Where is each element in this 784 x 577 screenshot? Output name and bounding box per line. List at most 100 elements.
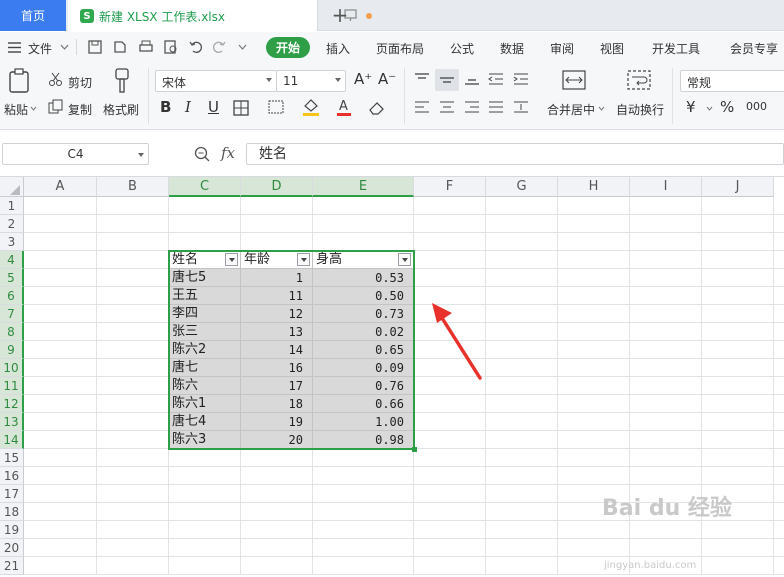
row-header-13[interactable]: 13 [0,413,24,431]
wrap-text-icon[interactable] [627,70,651,90]
menu-start[interactable]: 开始 [266,37,310,58]
name-box[interactable]: C4 [2,143,149,165]
align-top-icon[interactable] [414,72,430,86]
chevron-down-icon[interactable] [706,106,713,111]
row-header-7[interactable]: 7 [0,305,24,323]
menu-member[interactable]: 会员专享 [730,40,778,57]
row-header-17[interactable]: 17 [0,485,24,503]
eraser-icon[interactable] [368,100,386,116]
row-header-14[interactable]: 14 [0,431,24,449]
scissors-icon[interactable] [48,72,63,87]
menu-review[interactable]: 审阅 [550,40,574,57]
fill-pattern-icon[interactable] [268,100,286,116]
row-header-18[interactable]: 18 [0,503,24,521]
menu-formulas[interactable]: 公式 [450,40,474,57]
menu-insert[interactable]: 插入 [326,40,350,57]
font-name-select[interactable]: 宋体 [155,70,277,92]
chevron-down-icon[interactable] [598,106,605,111]
function-icon[interactable]: fx [221,144,235,162]
row-header-19[interactable]: 19 [0,521,24,539]
chevron-down-icon[interactable] [30,106,37,111]
menu-view[interactable]: 视图 [600,40,624,57]
menu-file[interactable]: 文件 [28,40,52,57]
currency-icon[interactable]: ¥ [686,98,696,116]
formula-input[interactable]: 姓名 [246,143,784,165]
row-header-10[interactable]: 10 [0,359,24,377]
row-header-9[interactable]: 9 [0,341,24,359]
column-header-b[interactable]: B [97,177,169,197]
print-icon[interactable] [138,39,154,55]
row-header-11[interactable]: 11 [0,377,24,395]
merge-center-button[interactable]: 合并居中 [547,101,595,118]
align-center-icon[interactable] [439,100,455,114]
format-painter-button[interactable]: 格式刷 [103,101,139,118]
cut-button[interactable]: 剪切 [68,74,92,91]
chevron-down-icon[interactable] [238,44,247,50]
font-color-icon[interactable]: A [336,98,352,116]
row-header-16[interactable]: 16 [0,467,24,485]
menu-developer[interactable]: 开发工具 [652,40,700,57]
decrease-font-icon[interactable]: A⁻ [378,70,396,88]
paste-button[interactable]: 粘贴 [4,101,28,118]
select-all-corner[interactable] [0,177,24,197]
merge-center-icon[interactable] [562,70,586,90]
chevron-down-icon[interactable] [60,44,69,50]
export-icon[interactable] [112,39,128,55]
document-tab[interactable]: S 新建 XLSX 工作表.xlsx [68,0,372,31]
zoom-icon[interactable] [194,146,210,162]
distribute-icon[interactable] [513,100,529,114]
font-size-select[interactable]: 11 [276,70,346,92]
align-right-icon[interactable] [464,100,480,114]
align-left-icon[interactable] [414,100,430,114]
fill-color-icon[interactable] [302,98,320,116]
row-header-20[interactable]: 20 [0,539,24,557]
column-header-h[interactable]: H [558,177,630,197]
indent-increase-icon[interactable] [513,72,529,86]
new-tab-button[interactable]: + [330,5,350,25]
increase-font-icon[interactable]: A⁺ [354,70,372,88]
print-preview-icon[interactable] [163,39,179,55]
copy-button[interactable]: 复制 [68,101,92,118]
menu-data[interactable]: 数据 [500,40,524,57]
copy-icon[interactable] [48,99,63,114]
row-header-4[interactable]: 4 [0,251,24,269]
percent-icon[interactable]: % [720,98,734,116]
hamburger-menu-icon[interactable] [8,42,21,53]
fill-handle[interactable] [412,447,417,452]
paste-icon[interactable] [8,68,30,94]
number-format-select[interactable]: 常规 [680,70,784,92]
row-header-1[interactable]: 1 [0,197,24,215]
column-header-f[interactable]: F [414,177,486,197]
column-header-a[interactable]: A [24,177,97,197]
row-header-3[interactable]: 3 [0,233,24,251]
row-header-21[interactable]: 21 [0,557,24,575]
row-header-8[interactable]: 8 [0,323,24,341]
column-header-j[interactable]: J [702,177,774,197]
column-header-i[interactable]: I [630,177,702,197]
italic-icon[interactable]: I [185,98,191,116]
column-header-e[interactable]: E [313,177,414,197]
justify-icon[interactable] [488,100,504,114]
align-bottom-icon[interactable] [464,72,480,86]
row-header-2[interactable]: 2 [0,215,24,233]
menu-page-layout[interactable]: 页面布局 [376,40,424,57]
column-header-d[interactable]: D [241,177,313,197]
border-icon[interactable] [233,100,249,116]
undo-icon[interactable] [188,39,204,55]
wrap-text-button[interactable]: 自动换行 [616,101,664,118]
column-header-c[interactable]: C [169,177,241,197]
gridline [485,197,486,575]
save-icon[interactable] [87,39,103,55]
row-header-12[interactable]: 12 [0,395,24,413]
row-header-5[interactable]: 5 [0,269,24,287]
thousands-separator-icon[interactable]: 000 [746,100,767,113]
column-header-g[interactable]: G [486,177,558,197]
format-painter-icon[interactable] [112,68,132,94]
home-tab[interactable]: 首页 [0,0,66,31]
bold-icon[interactable]: B [160,98,171,116]
row-header-6[interactable]: 6 [0,287,24,305]
underline-icon[interactable]: U [208,98,219,116]
indent-decrease-icon[interactable] [488,72,504,86]
row-header-15[interactable]: 15 [0,449,24,467]
redo-icon[interactable] [211,39,227,55]
